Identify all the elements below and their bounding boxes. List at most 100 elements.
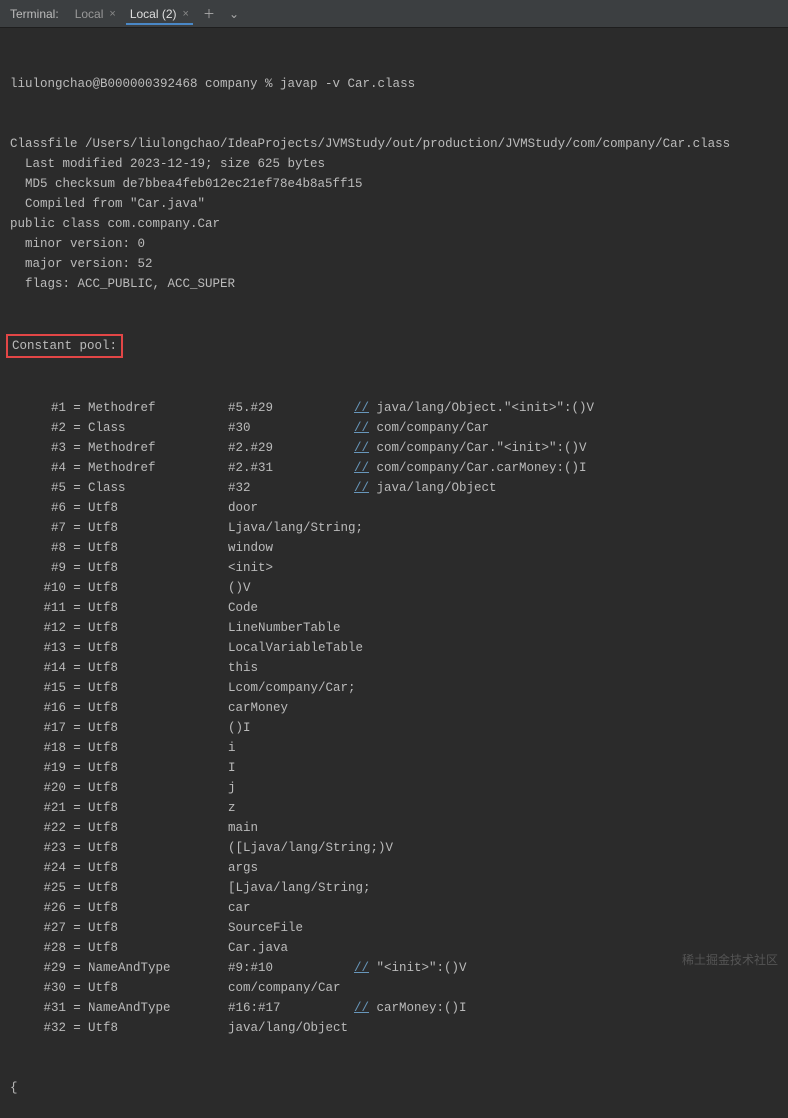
cp-equals: = [66,638,88,658]
cp-index: #28 [10,938,66,958]
cp-equals: = [66,618,88,638]
cp-type: Utf8 [88,798,228,818]
cp-index: #16 [10,698,66,718]
cp-index: #25 [10,878,66,898]
constant-pool-entry: #17=Utf8()I [10,718,778,738]
constant-pool-entry: #21=Utf8z [10,798,778,818]
cp-index: #13 [10,638,66,658]
cp-equals: = [66,478,88,498]
constant-pool-entry: #19=Utf8I [10,758,778,778]
constant-pool-entry: #5=Class#32// java/lang/Object [10,478,778,498]
cp-equals: = [66,698,88,718]
comment-slashes: // [354,1001,369,1015]
cp-ref: carMoney [228,698,354,718]
cp-index: #27 [10,918,66,938]
cp-index: #12 [10,618,66,638]
cp-equals: = [66,878,88,898]
cp-type: Methodref [88,398,228,418]
cp-type: Utf8 [88,678,228,698]
terminal-tab-bar: Terminal: Local × Local (2) × ＋ ⌄ [0,0,788,28]
terminal-output[interactable]: liulongchao@B000000392468 company % java… [0,28,788,1118]
cp-index: #18 [10,738,66,758]
tab-label: Local (2) [130,7,177,21]
cp-ref: door [228,498,354,518]
cp-index: #5 [10,478,66,498]
constant-pool-entry: #8=Utf8window [10,538,778,558]
cp-type: Utf8 [88,738,228,758]
cp-type: Methodref [88,438,228,458]
cp-ref: Code [228,598,354,618]
tab-label: Local [75,7,104,21]
cp-type: Utf8 [88,838,228,858]
cp-equals: = [66,438,88,458]
cp-index: #32 [10,1018,66,1038]
comment-text: java/lang/Object [369,481,497,495]
cp-comment: // com/company/Car [354,418,489,438]
cp-type: Utf8 [88,538,228,558]
cp-ref: #2.#31 [228,458,354,478]
cp-index: #21 [10,798,66,818]
constant-pool-entry: #3=Methodref#2.#29// com/company/Car."<i… [10,438,778,458]
cp-index: #29 [10,958,66,978]
cp-type: Utf8 [88,578,228,598]
cp-index: #15 [10,678,66,698]
cp-equals: = [66,798,88,818]
cp-type: Utf8 [88,718,228,738]
prompt-line: liulongchao@B000000392468 company % java… [10,74,778,94]
cp-type: Methodref [88,458,228,478]
cp-equals: = [66,918,88,938]
cp-ref: Lcom/company/Car; [228,678,354,698]
cp-ref: LineNumberTable [228,618,354,638]
cp-equals: = [66,738,88,758]
constant-pool-entry: #20=Utf8j [10,778,778,798]
cp-ref: java/lang/Object [228,1018,354,1038]
cp-equals: = [66,458,88,478]
tab-local-2[interactable]: Local (2) × [126,7,193,25]
cp-comment: // com/company/Car.carMoney:()I [354,458,587,478]
cp-ref: #32 [228,478,354,498]
cp-equals: = [66,398,88,418]
add-tab-icon[interactable]: ＋ [199,5,219,22]
constant-pool-entry: #23=Utf8([Ljava/lang/String;)V [10,838,778,858]
cp-equals: = [66,898,88,918]
comment-text: com/company/Car.carMoney:()I [369,461,587,475]
cp-type: Utf8 [88,778,228,798]
comment-slashes: // [354,401,369,415]
constant-pool-entry: #6=Utf8door [10,498,778,518]
cp-ref: main [228,818,354,838]
chevron-down-icon[interactable]: ⌄ [225,7,243,21]
close-icon[interactable]: × [183,8,189,20]
cp-type: Class [88,478,228,498]
cp-ref: com/company/Car [228,978,354,998]
cp-ref: <init> [228,558,354,578]
close-icon[interactable]: × [109,8,115,20]
cp-equals: = [66,938,88,958]
cp-equals: = [66,658,88,678]
constant-pool-entry: #4=Methodref#2.#31// com/company/Car.car… [10,458,778,478]
cp-index: #19 [10,758,66,778]
cp-index: #8 [10,538,66,558]
brace-line: { [10,1078,778,1098]
cp-equals: = [66,498,88,518]
cp-index: #3 [10,438,66,458]
cp-ref: window [228,538,354,558]
cp-type: NameAndType [88,958,228,978]
cp-ref: car [228,898,354,918]
cp-index: #30 [10,978,66,998]
constant-pool-header: Constant pool: [10,334,778,358]
tab-local[interactable]: Local × [71,7,120,21]
constant-pool-entry: #28=Utf8Car.java [10,938,778,958]
comment-slashes: // [354,481,369,495]
cp-equals: = [66,578,88,598]
constant-pool-entry: #25=Utf8[Ljava/lang/String; [10,878,778,898]
output-line: MD5 checksum de7bbea4feb012ec21ef78e4b8a… [10,174,778,194]
output-line: Classfile /Users/liulongchao/IdeaProject… [10,134,778,154]
cp-comment: // "<init>":()V [354,958,467,978]
cp-type: Utf8 [88,918,228,938]
constant-pool-entry: #24=Utf8args [10,858,778,878]
constant-pool-entry: #13=Utf8LocalVariableTable [10,638,778,658]
cp-equals: = [66,858,88,878]
cp-equals: = [66,718,88,738]
cp-index: #6 [10,498,66,518]
constant-pool-entry: #29=NameAndType#9:#10// "<init>":()V [10,958,778,978]
